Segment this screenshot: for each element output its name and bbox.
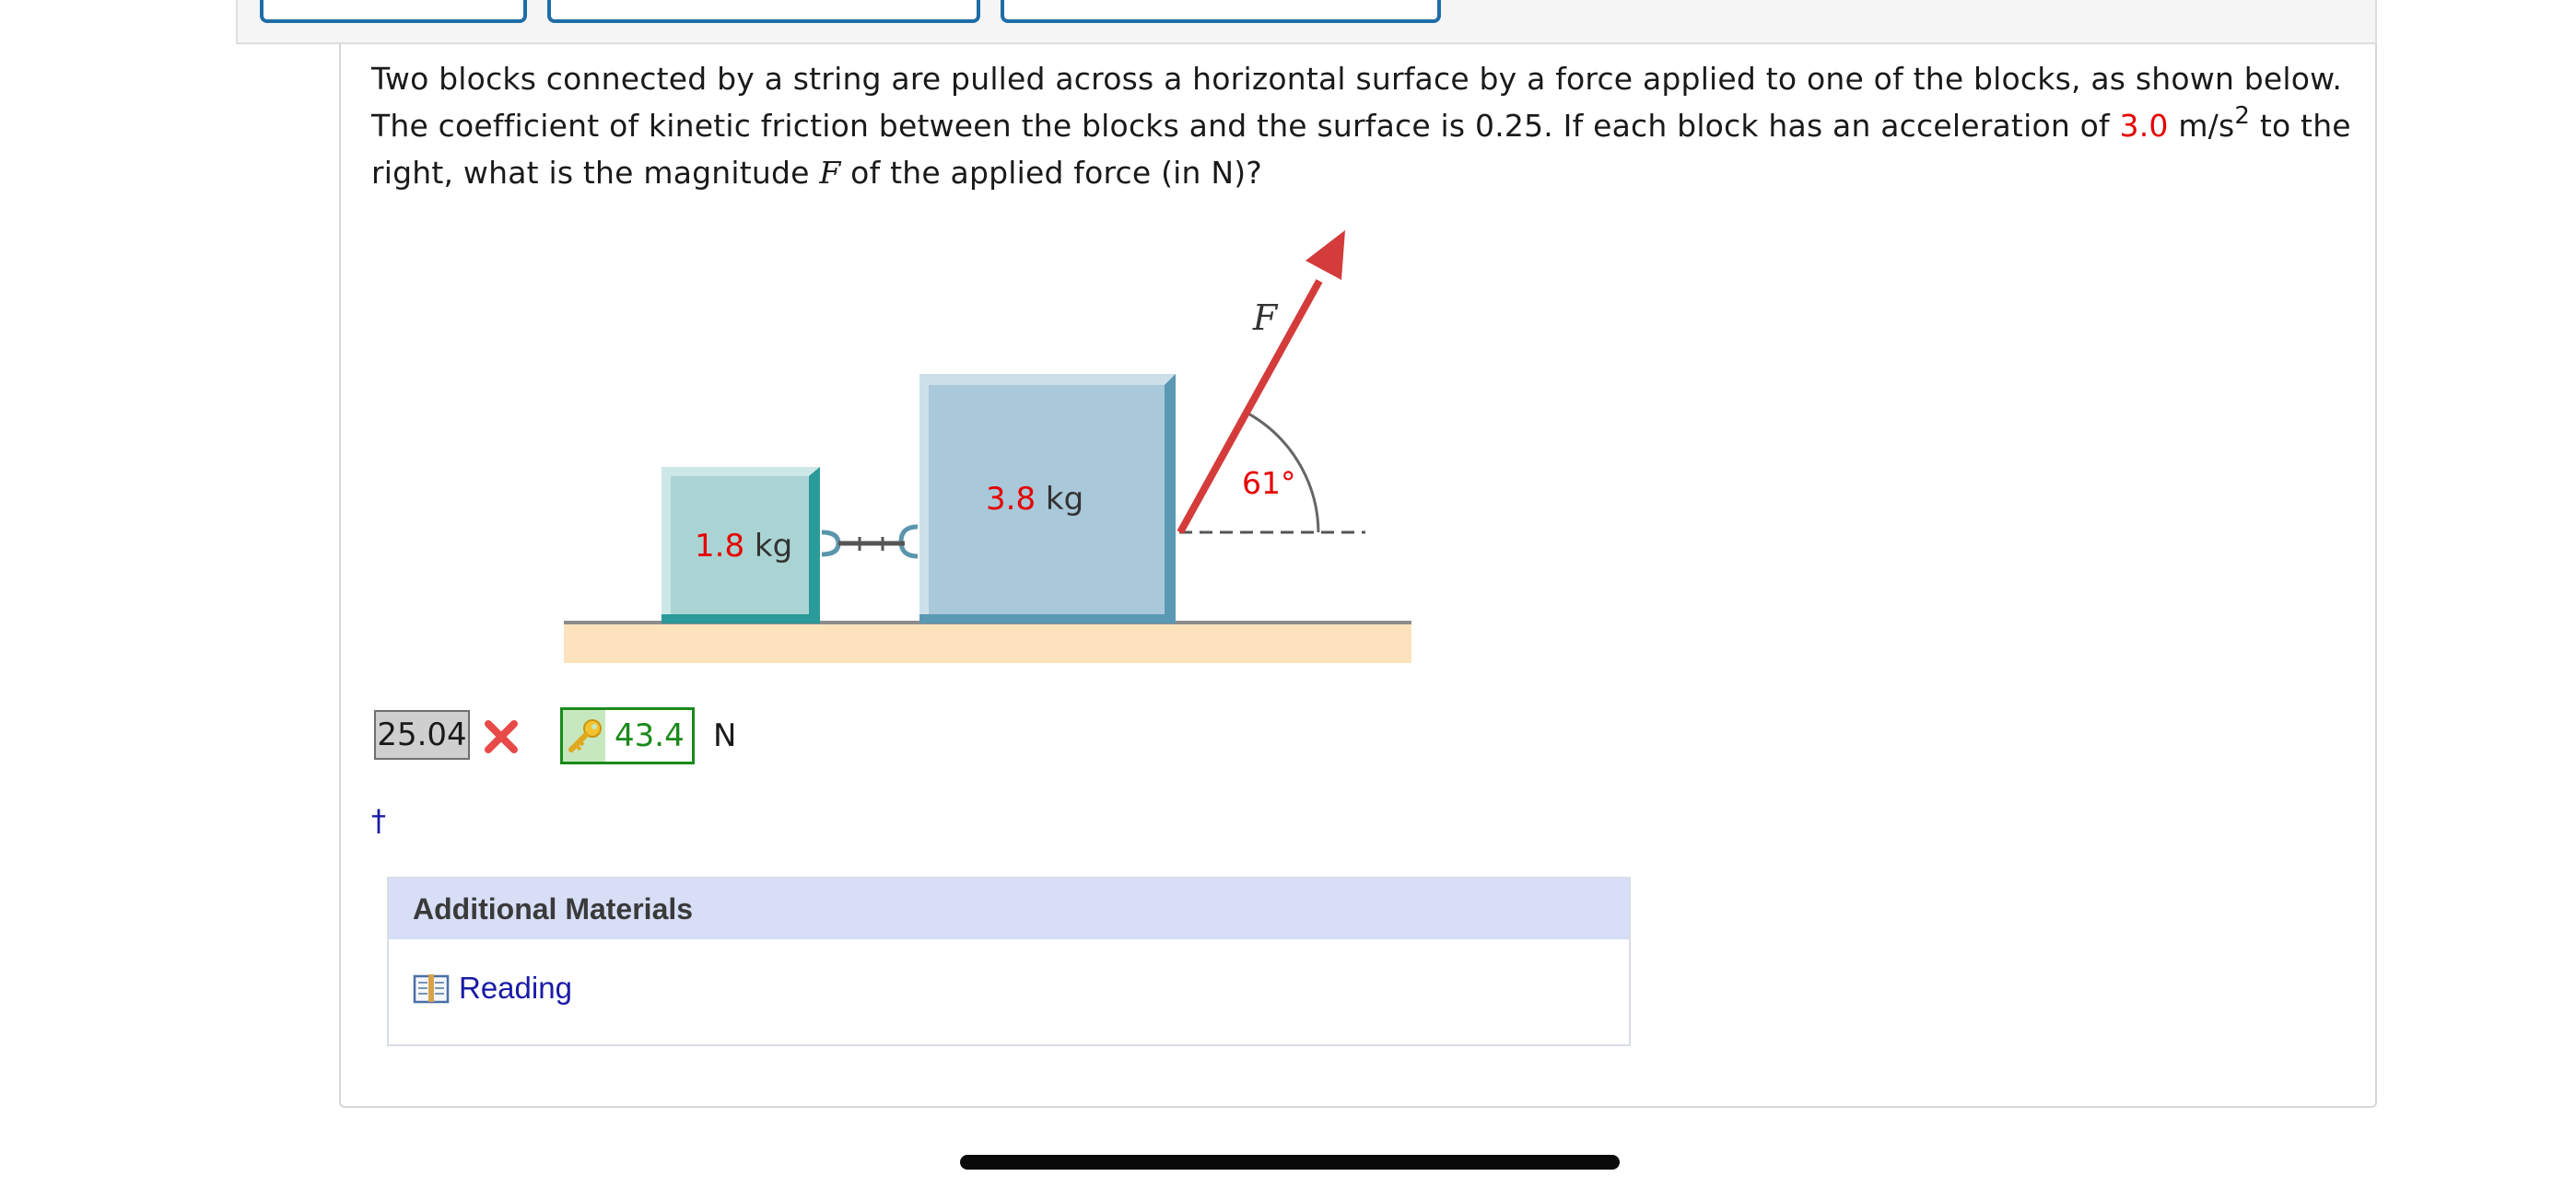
- correct-answer-box: 43.4: [560, 707, 695, 764]
- toolbar-tab-2[interactable]: [547, 0, 980, 23]
- force-arrow-head: [1306, 230, 1345, 280]
- force-label: F: [1252, 297, 1279, 338]
- reading-link[interactable]: Reading: [413, 971, 572, 1006]
- question-part-3: of the applied force (in N)?: [840, 155, 1263, 191]
- toolbar-tab-3[interactable]: [1001, 0, 1441, 23]
- key-icon: [568, 719, 602, 752]
- ground-surface: [564, 623, 1411, 663]
- additional-materials-header: Additional Materials: [389, 879, 1629, 939]
- correct-answer-value: 43.4: [615, 717, 685, 754]
- toolbar-tab-1[interactable]: [260, 0, 527, 23]
- large-block-mass-label: 3.8 kg: [986, 481, 1083, 518]
- string-connector: [821, 524, 919, 559]
- reading-link-label: Reading: [459, 971, 572, 1005]
- small-block-mass-label: 1.8 kg: [695, 528, 792, 565]
- book-icon: [413, 974, 450, 1004]
- additional-materials-panel: Additional Materials Reading: [387, 877, 1631, 1046]
- acceleration-exponent: 2: [2234, 102, 2251, 130]
- answer-unit: N: [713, 717, 737, 754]
- footnote-dagger[interactable]: †: [371, 803, 386, 838]
- home-indicator[interactable]: [960, 1155, 1620, 1170]
- question-part-1: Two blocks connected by a string are pul…: [371, 61, 2343, 144]
- submitted-answer-field[interactable]: 25.04: [374, 710, 470, 760]
- x-mark-icon: [485, 720, 518, 753]
- question-text: Two blocks connected by a string are pul…: [371, 55, 2361, 196]
- force-symbol: F: [819, 155, 841, 191]
- answer-key-cell: [563, 710, 605, 762]
- acceleration-unit: m/s: [2168, 108, 2235, 144]
- angle-label: 61°: [1242, 465, 1296, 501]
- acceleration-value: 3.0: [2119, 108, 2169, 144]
- blocks-diagram: F 61° 1.8 kg 3.8 kg: [564, 230, 1411, 663]
